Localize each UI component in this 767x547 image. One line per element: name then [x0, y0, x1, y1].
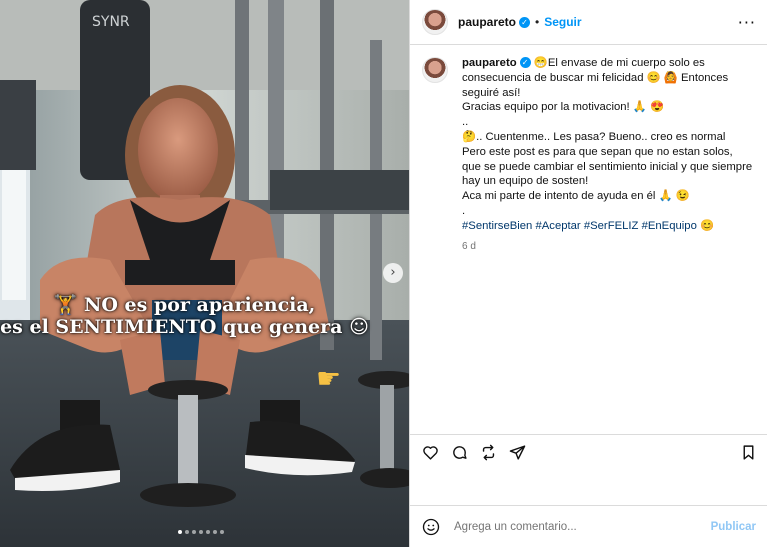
- more-options-icon[interactable]: ···: [738, 13, 756, 32]
- bag-logo: SYNR: [92, 14, 130, 30]
- header-username[interactable]: paupareto: [458, 15, 516, 29]
- post-timestamp[interactable]: 6 d: [462, 240, 754, 255]
- post-photo[interactable]: SYNR 🏋 NO es por apariencia, es el SENTI…: [0, 0, 409, 547]
- carousel-dot[interactable]: [178, 530, 182, 534]
- save-button[interactable]: [738, 443, 758, 463]
- post-header: paupareto ✓ • Seguir ···: [410, 0, 767, 45]
- bookmark-icon: [743, 445, 753, 460]
- caption-line6: Aca mi parte de intento de ayuda en él 🙏…: [462, 190, 690, 203]
- caption-line2: Gracias equipo por la motivacion! 🙏 😍: [462, 101, 665, 114]
- caption-line3: ..: [462, 116, 469, 129]
- carousel-dot[interactable]: [199, 530, 203, 534]
- comments-area: paupareto ✓ 😁El envase de mi cuerpo solo …: [410, 46, 767, 434]
- heart-icon: [422, 446, 438, 460]
- photo-overlay-line2: es el SENTIMIENTO que genera ☺: [0, 316, 389, 338]
- caption-username[interactable]: paupareto: [462, 57, 517, 69]
- comment-icon: [452, 446, 467, 459]
- follow-button[interactable]: Seguir: [544, 15, 581, 29]
- emoji-icon[interactable]: [422, 518, 440, 536]
- post-side-panel: paupareto ✓ • Seguir ··· paupareto ✓ 😁El …: [409, 0, 767, 547]
- carousel-dot[interactable]: [192, 530, 196, 534]
- verified-icon: ✓: [519, 57, 531, 68]
- caption-row: paupareto ✓ 😁El envase de mi cuerpo solo …: [422, 56, 754, 254]
- separator-dot: •: [535, 15, 540, 29]
- verified-icon: ✓: [519, 16, 531, 28]
- carousel-dot[interactable]: [220, 530, 224, 534]
- avatar[interactable]: [422, 9, 448, 35]
- carousel-dot[interactable]: [185, 530, 189, 534]
- share-button[interactable]: [507, 443, 527, 463]
- comment-input[interactable]: [452, 519, 711, 534]
- caption-body: paupareto ✓ 😁El envase de mi cuerpo solo …: [462, 56, 754, 254]
- gym-photo-illustration: SYNR: [0, 0, 409, 547]
- comment-composer: Publicar: [410, 505, 767, 547]
- caption-hashtags[interactable]: #SentirseBien #Aceptar #SerFELIZ #EnEqui…: [462, 219, 754, 234]
- smile-icon: ☺: [349, 316, 369, 338]
- post-comment-button[interactable]: Publicar: [711, 521, 756, 533]
- caption-line7: .: [462, 204, 466, 217]
- share-icon: [509, 445, 525, 460]
- like-button[interactable]: [420, 443, 440, 463]
- next-slide-button[interactable]: ›: [383, 263, 403, 283]
- carousel-dots: [178, 530, 224, 534]
- pointing-hand-icon: ☛: [316, 362, 342, 395]
- comment-button[interactable]: [449, 443, 469, 463]
- repost-button[interactable]: [478, 443, 498, 463]
- photo-overlay-line1: 🏋 NO es por apariencia,: [0, 293, 389, 316]
- carousel-dot[interactable]: [213, 530, 217, 534]
- overlay-text-1: NO es por apariencia,: [84, 294, 316, 316]
- weightlifter-icon: 🏋: [53, 294, 78, 316]
- caption-line4: 🤔.. Cuentenme.. Les pasa? Bueno.. creo e…: [462, 130, 726, 143]
- action-bar: [410, 434, 767, 470]
- caption-line5: Pero este post es para que sepan que no …: [462, 145, 753, 188]
- repost-icon: [482, 444, 494, 461]
- carousel-dot[interactable]: [206, 530, 210, 534]
- avatar[interactable]: [422, 57, 448, 83]
- overlay-text-2: es el SENTIMIENTO que genera: [0, 316, 343, 338]
